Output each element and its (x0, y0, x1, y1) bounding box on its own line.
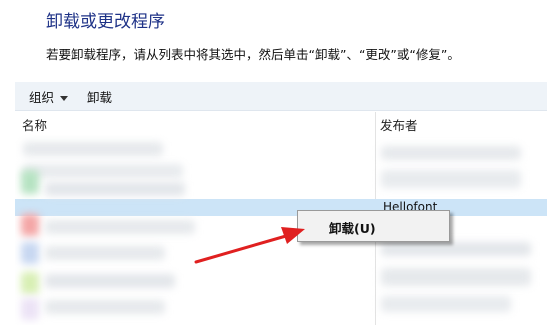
organize-label: 组织 (29, 90, 55, 105)
blurred-program-entry[interactable] (45, 300, 165, 314)
toolbar: 组织 卸载 (15, 82, 547, 111)
program-list: Hellofont (15, 134, 547, 325)
organize-button[interactable]: 组织 (29, 87, 69, 106)
uninstall-button[interactable]: 卸载 (87, 87, 112, 106)
column-header-row: 名称 发布者 (15, 112, 547, 134)
blurred-program-entry[interactable] (23, 142, 163, 156)
blurred-publisher (381, 296, 511, 312)
blurred-program-entry[interactable] (45, 220, 195, 234)
blurred-program-icon (21, 242, 39, 264)
column-header-publisher[interactable]: 发布者 (380, 115, 418, 134)
column-header-name[interactable]: 名称 (22, 115, 47, 134)
context-menu-uninstall[interactable]: 卸载(U) (329, 218, 376, 237)
selected-row[interactable] (15, 199, 547, 216)
blurred-program-entry[interactable] (23, 164, 183, 178)
blurred-program-icon (21, 272, 39, 294)
blurred-program-icon (21, 214, 39, 236)
chevron-down-icon (60, 96, 69, 101)
blurred-program-entry[interactable] (45, 274, 175, 288)
context-menu: 卸载(U) (297, 210, 450, 242)
blurred-program-entry[interactable] (45, 246, 165, 260)
blurred-program-icon (21, 298, 39, 320)
blurred-program-icon (21, 170, 39, 194)
blurred-publisher (381, 268, 531, 286)
blurred-publisher (381, 146, 521, 160)
blurred-publisher (381, 242, 531, 256)
instructions-text: 若要卸载程序，请从列表中将其选中，然后单击“卸载”、“更改”或“修复”。 (46, 47, 460, 62)
blurred-program-entry[interactable] (45, 182, 185, 196)
blurred-publisher (381, 170, 521, 188)
page-title: 卸载或更改程序 (46, 12, 165, 32)
